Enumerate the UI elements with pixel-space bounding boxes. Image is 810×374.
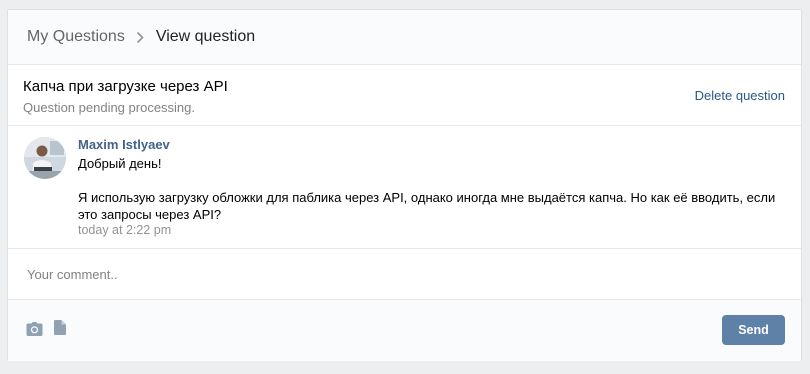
send-button[interactable]: Send	[722, 315, 785, 345]
comment-footer: Send	[8, 300, 801, 361]
comment-box	[8, 249, 801, 300]
question-header: Капча при загрузке через API Question pe…	[8, 65, 801, 126]
question-status: Question pending processing.	[23, 100, 196, 115]
breadcrumb-my-questions[interactable]: My Questions	[27, 28, 125, 46]
question-card: My Questions View question Капча при заг…	[7, 9, 802, 361]
chevron-right-icon	[136, 31, 144, 44]
question-title: Капча при загрузке через API	[23, 78, 228, 95]
avatar[interactable]	[24, 137, 66, 179]
camera-icon[interactable]	[26, 322, 43, 339]
breadcrumb: My Questions View question	[8, 10, 801, 65]
delete-question-link[interactable]: Delete question	[695, 88, 785, 103]
post-timestamp[interactable]: today at 2:22 pm	[78, 223, 171, 237]
post-author[interactable]: Maxim Istlyaev	[78, 137, 170, 152]
post-message: Добрый день! Я использую загрузку обложк…	[78, 156, 776, 222]
question-post: Maxim Istlyaev Добрый день! Я использую …	[8, 126, 801, 249]
page-title: View question	[155, 28, 256, 45]
comment-input[interactable]	[8, 249, 801, 299]
document-icon[interactable]	[54, 320, 66, 338]
